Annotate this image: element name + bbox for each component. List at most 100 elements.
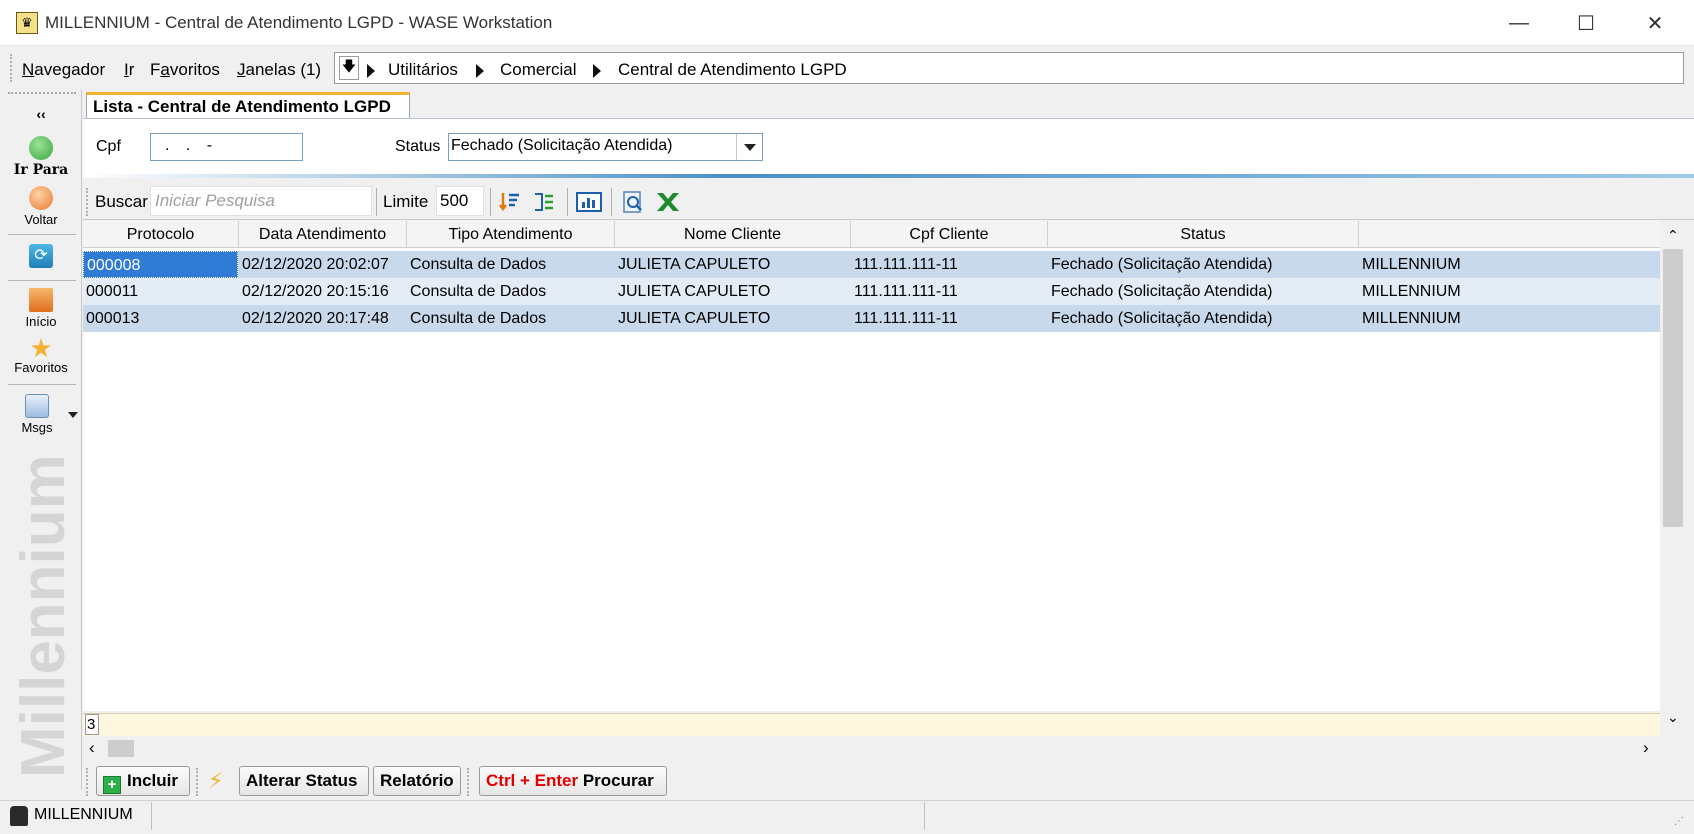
refresh-button[interactable]: ⟳	[4, 244, 78, 270]
horizontal-scrollbar[interactable]: ‹ ›	[83, 737, 1686, 759]
procurar-label: Procurar	[582, 771, 654, 790]
print-preview-icon[interactable]	[619, 188, 647, 216]
scroll-up-icon[interactable]: ⌃	[1667, 227, 1679, 244]
window-title: MILLENNIUM - Central de Atendimento LGPD…	[45, 13, 553, 32]
msgs-dropdown-icon[interactable]	[68, 412, 78, 418]
breadcrumb-arrow-icon	[367, 64, 375, 78]
resize-grip-icon[interactable]: ⋰	[1674, 816, 1684, 827]
cell-usuario[interactable]: MILLENNIUM	[1359, 278, 1660, 305]
cell-tipo[interactable]: Consulta de Dados	[407, 251, 615, 278]
menu-janelas-mnemonic: J	[237, 60, 246, 79]
breadcrumb-item-comercial[interactable]: Comercial	[500, 60, 577, 80]
cell-nome[interactable]: JULIETA CAPULETO	[615, 251, 851, 278]
action-grip	[196, 768, 199, 796]
cell-protocolo[interactable]: 000013	[83, 305, 238, 332]
toolbar-grip	[86, 188, 89, 216]
cell-data[interactable]: 02/12/2020 20:15:16	[239, 278, 407, 305]
cell-cpf[interactable]: 111.111.111-11	[851, 278, 1048, 305]
scroll-left-icon[interactable]: ‹	[89, 738, 95, 758]
group-columns-icon[interactable]	[530, 188, 558, 216]
limite-input[interactable]: 500	[436, 186, 484, 216]
add-icon: +	[103, 776, 121, 794]
scroll-down-icon[interactable]: ⌄	[1667, 709, 1679, 726]
column-header-status[interactable]: Status	[1048, 221, 1359, 248]
menu-navegador[interactable]: Navegador	[22, 60, 105, 80]
menu-favoritos[interactable]: Favoritos	[150, 60, 220, 80]
breadcrumb: 🡇 Utilitários Comercial Central de Atend…	[334, 52, 1684, 84]
column-header-empty[interactable]	[1359, 221, 1660, 248]
breadcrumb-arrow-icon	[476, 64, 484, 78]
history-down-icon[interactable]: 🡇	[339, 56, 359, 80]
sort-icon[interactable]	[496, 188, 524, 216]
cell-tipo[interactable]: Consulta de Dados	[407, 305, 615, 332]
msgs-label: Msgs	[21, 420, 53, 435]
buscar-label: Buscar	[95, 192, 148, 211]
cell-protocolo[interactable]: 000008	[83, 251, 238, 278]
cell-status[interactable]: Fechado (Solicitação Atendida)	[1048, 251, 1359, 278]
breadcrumb-arrow-icon	[593, 64, 601, 78]
menu-navegador-mnemonic: N	[22, 60, 35, 79]
menu-janelas[interactable]: Janelas (1)	[237, 60, 321, 80]
cell-protocolo[interactable]: 000011	[83, 278, 238, 305]
status-divider	[151, 802, 152, 830]
voltar-button[interactable]: Voltar	[4, 186, 78, 227]
vertical-scroll-thumb[interactable]	[1663, 249, 1683, 527]
table-row[interactable]: 000013 02/12/2020 20:17:48 Consulta de D…	[83, 305, 1660, 332]
cpf-input[interactable]: . . -	[150, 133, 303, 161]
cell-status[interactable]: Fechado (Solicitação Atendida)	[1048, 305, 1359, 332]
cell-tipo[interactable]: Consulta de Dados	[407, 278, 615, 305]
column-header-data-atendimento[interactable]: Data Atendimento	[239, 221, 407, 248]
column-header-protocolo[interactable]: Protocolo	[83, 221, 239, 248]
vertical-scrollbar[interactable]: ⌃ ⌄	[1660, 221, 1686, 735]
menu-favoritos-prefix: F	[150, 60, 161, 79]
ir-para-button[interactable]: Ir Para	[4, 136, 78, 178]
scroll-right-icon[interactable]: ›	[1643, 738, 1649, 758]
column-header-tipo-atendimento[interactable]: Tipo Atendimento	[407, 221, 615, 248]
inicio-button[interactable]: Início	[4, 288, 78, 329]
collapse-sidebar-button[interactable]: ‹‹	[4, 106, 78, 122]
cell-nome[interactable]: JULIETA CAPULETO	[615, 278, 851, 305]
menu-navegador-label: avegador	[34, 60, 106, 79]
sidebar-divider	[8, 384, 76, 385]
search-input[interactable]: Iniciar Pesquisa	[150, 186, 372, 216]
cell-status[interactable]: Fechado (Solicitação Atendida)	[1048, 278, 1359, 305]
cell-usuario[interactable]: MILLENNIUM	[1359, 305, 1660, 332]
cell-usuario[interactable]: MILLENNIUM	[1359, 251, 1660, 278]
column-header-nome-cliente[interactable]: Nome Cliente	[615, 221, 851, 248]
sidebar-divider	[8, 234, 76, 235]
breadcrumb-item-utilitarios[interactable]: Utilitários	[388, 60, 458, 80]
menu-ir[interactable]: Ir	[124, 60, 134, 80]
chevron-down-icon[interactable]	[736, 134, 762, 160]
tab-lista-lgpd[interactable]: Lista - Central de Atendimento LGPD	[86, 92, 410, 120]
filter-panel-divider	[83, 174, 1694, 178]
excel-export-icon[interactable]	[653, 188, 681, 216]
minimize-button[interactable]: —	[1484, 0, 1554, 46]
chart-icon[interactable]	[575, 188, 603, 216]
status-label: Status	[395, 138, 441, 155]
column-header-cpf-cliente[interactable]: Cpf Cliente	[851, 221, 1048, 248]
menu-janelas-label: anelas (1)	[245, 60, 322, 79]
go-back-icon	[29, 186, 53, 210]
cell-data[interactable]: 02/12/2020 20:17:48	[239, 305, 407, 332]
relatorio-button[interactable]: Relatório	[373, 766, 461, 796]
lightning-icon[interactable]: ⚡	[208, 768, 223, 794]
horizontal-scroll-thumb[interactable]	[108, 740, 134, 757]
cell-nome[interactable]: JULIETA CAPULETO	[615, 305, 851, 332]
status-divider	[924, 802, 925, 830]
cell-cpf[interactable]: 111.111.111-11	[851, 305, 1048, 332]
favoritos-button[interactable]: ★ Favoritos	[4, 335, 78, 375]
inicio-label: Início	[25, 314, 57, 329]
table-row[interactable]: 000011 02/12/2020 20:15:16 Consulta de D…	[83, 278, 1660, 305]
close-button[interactable]: ✕	[1620, 0, 1690, 46]
alterar-status-button[interactable]: Alterar Status	[239, 766, 369, 796]
incluir-button[interactable]: + Incluir	[96, 766, 190, 796]
procurar-button[interactable]: Ctrl + Enter Procurar	[479, 766, 667, 796]
maximize-button[interactable]: ☐	[1551, 0, 1621, 46]
cell-cpf[interactable]: 111.111.111-11	[851, 251, 1048, 278]
cell-data[interactable]: 02/12/2020 20:02:07	[239, 251, 407, 278]
table-row[interactable]: 000008 02/12/2020 20:02:07 Consulta de D…	[83, 251, 1660, 278]
status-select[interactable]: Fechado (Solicitação Atendida)	[448, 133, 763, 161]
msgs-button[interactable]: Msgs	[4, 394, 70, 435]
toolbar-divider	[490, 188, 491, 216]
breadcrumb-item-central-lgpd[interactable]: Central de Atendimento LGPD	[618, 60, 847, 80]
